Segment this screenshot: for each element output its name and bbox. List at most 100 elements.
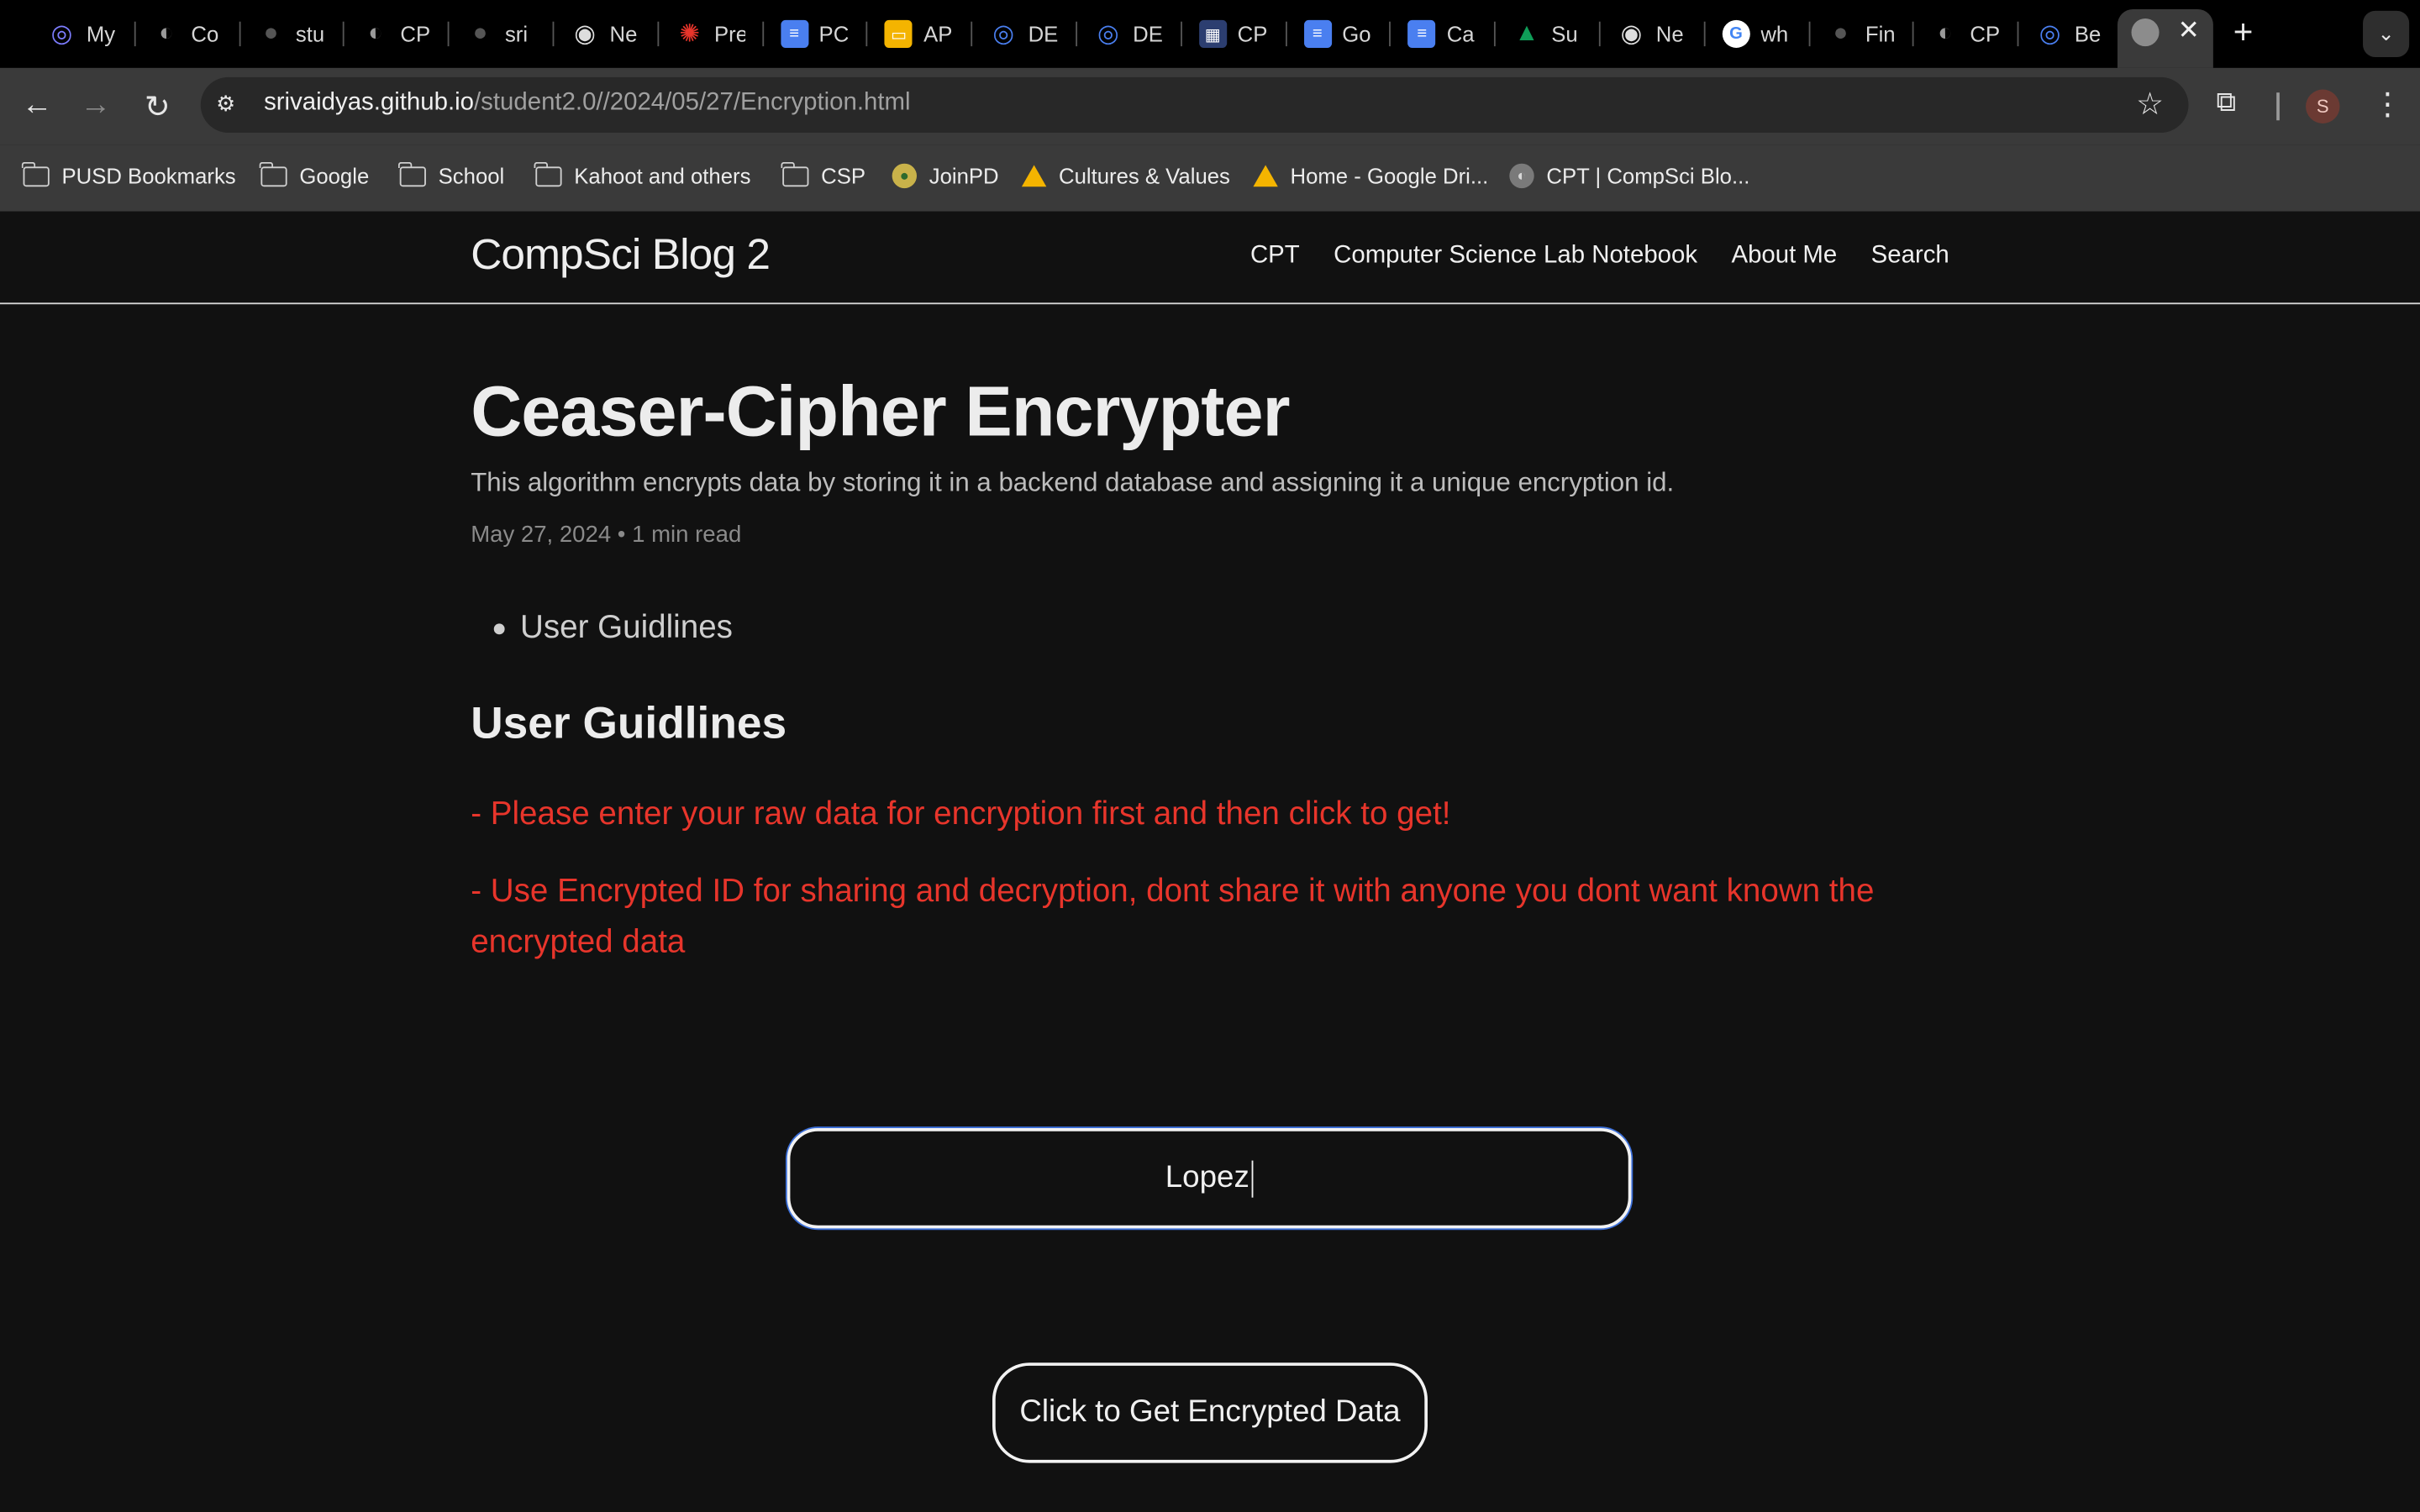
bookmark-label: Google [299,163,370,189]
tab-label: Ne [609,21,638,47]
tab-label: Be [2074,21,2102,47]
get-encrypted-data-button[interactable]: Click to Get Encrypted Data [992,1362,1428,1463]
url-text[interactable]: srivaidyas.github.io/student2.0//2024/05… [264,90,910,118]
bookmark-3[interactable]: School [398,159,505,192]
joinpd-icon: ● [892,163,918,189]
tab-2[interactable]: ◐ Co [150,11,222,57]
address-bar[interactable]: ⚙ srivaidyas.github.io/student2.0//2024/… [200,76,2189,133]
tab-label: Co [191,21,219,47]
tab-separator [1076,21,1078,47]
raw-data-input[interactable] [786,1127,1632,1228]
profile-avatar[interactable]: S [2306,89,2340,123]
tab-separator [1703,21,1706,47]
tab-label: CP [1237,21,1268,47]
gear-icon: ✺ [679,21,700,48]
tab-16[interactable]: ◉ Ne [1614,11,1686,57]
bookmark-label: School [438,163,505,189]
tab-15[interactable]: ▲ Su [1510,11,1582,57]
tab-separator [1285,21,1287,47]
url-host: srivaidyas.github.io [264,89,475,116]
bookmark-1[interactable]: PUSD Bookmarks [22,159,236,192]
tab-label: DE [1028,21,1059,47]
tab-20[interactable]: ◎ Be [2033,11,2105,57]
tab-13[interactable]: ≡ Go [1301,11,1373,57]
tab-search-button[interactable]: ⌄ [2363,10,2410,57]
tab-label: sri [504,21,529,47]
close-icon[interactable]: ✕ [2178,15,2200,46]
docs-icon: ≡ [780,19,808,48]
bullet-icon [493,622,505,633]
tab-separator [238,21,240,47]
chrome-icon: ◉ [1620,21,1643,48]
tab-separator [134,21,136,47]
tab-7[interactable]: ✺ Pre [672,11,744,57]
nav-link-search[interactable]: Search [1871,242,1949,270]
tab-9[interactable]: ▭ AP [881,11,954,57]
tab-label: CP [1970,21,2001,47]
bookmark-label: Kahoot and others [574,163,751,189]
site-title[interactable]: CompSci Blog 2 [471,230,771,280]
tab-separator [552,21,555,47]
globe-icon: ◐ [1509,163,1534,189]
github-icon: ● [263,19,279,47]
nav-link-about-me[interactable]: About Me [1731,242,1837,270]
tab-1[interactable]: ◎ My [45,11,117,57]
bookmark-star-icon[interactable]: ☆ [2136,85,2164,123]
back-button[interactable]: ← [18,88,55,123]
tab-separator [1389,21,1392,47]
tab-12[interactable]: ▦ CP [1196,11,1268,57]
tab-separator [971,21,973,47]
new-tab-button[interactable]: + [2233,13,2254,53]
post-meta: May 27, 2024 • 1 min read [471,521,742,549]
tab-separator [657,21,659,47]
tab-label: stu [295,21,325,47]
tab-18[interactable]: ● Fin [1823,11,1896,57]
tab-separator [2017,21,2019,47]
toc-link-user-guidelines[interactable]: User Guidlines [520,609,733,646]
bookmark-7[interactable]: Cultures & Values [1021,159,1230,192]
bookmark-8[interactable]: Home - Google Dri... [1253,159,1488,192]
tab-11[interactable]: ◎ DE [1092,11,1164,57]
tab-separator [1598,21,1601,47]
browser-menu-icon[interactable]: ⋮ [2372,85,2403,123]
tab-14[interactable]: ≡ Ca [1405,11,1477,57]
tab-separator [1912,21,1915,47]
forward-button[interactable]: → [77,88,114,123]
bookmark-4[interactable]: Kahoot and others [534,159,751,192]
tab-separator [1807,21,1810,47]
bookmark-9[interactable]: ◐ CPT | CompSci Blo... [1509,159,1749,192]
tab-5[interactable]: ● sri [463,11,535,57]
tab-10[interactable]: ◎ DE [986,11,1059,57]
tab-19[interactable]: ◐ CP [1928,11,2001,57]
tab-separator [343,21,345,47]
site-info-icon[interactable]: ⚙ [216,91,244,118]
bookmark-5[interactable]: CSP [781,159,865,192]
tab-active[interactable]: ✕ [2117,9,2213,68]
folder-icon [398,160,426,186]
tab-8[interactable]: ≡ PC [777,11,850,57]
globe-icon: ◐ [1938,19,1953,47]
github-icon: ● [472,19,488,47]
bookmark-6[interactable]: ● JoinPD [892,159,999,192]
docs-icon: ≡ [1303,19,1332,48]
extensions-icon[interactable]: ⧉ [2217,87,2237,119]
bookmark-2[interactable]: Google [260,159,369,192]
drive-icon: ▲ [1514,19,1539,47]
nav-link-lab-notebook[interactable]: Computer Science Lab Notebook [1334,242,1697,270]
nav-link-cpt[interactable]: CPT [1250,242,1300,270]
tab-6[interactable]: ◉ Ne [568,11,640,57]
tab-label: Su [1551,21,1578,47]
globe-icon: ◐ [368,19,383,47]
drive-icon [1021,165,1047,187]
toolbar-divider [2276,92,2280,121]
tab-label: Fin [1865,21,1896,47]
bookmarks-bar: PUSD Bookmarks Google School Kahoot and oth… [0,144,2420,212]
post-title: Ceaser-Cipher Encrypter [471,370,1290,451]
tab-3[interactable]: ● stu [254,11,326,57]
tab-separator [761,21,764,47]
browser-chrome: ◎ My ◐ Co ● stu ◐ CP ● sri ◉ Ne ✺ Pre ≡ PC ▭ AP ◎ DE ◎ DE ▦ CP ≡… [0,0,2420,212]
tab-label: Pre [714,21,745,47]
reload-button[interactable]: ↻ [139,88,176,127]
tab-4[interactable]: ◐ CP [359,11,431,57]
tab-17[interactable]: Gwh [1719,11,1791,57]
